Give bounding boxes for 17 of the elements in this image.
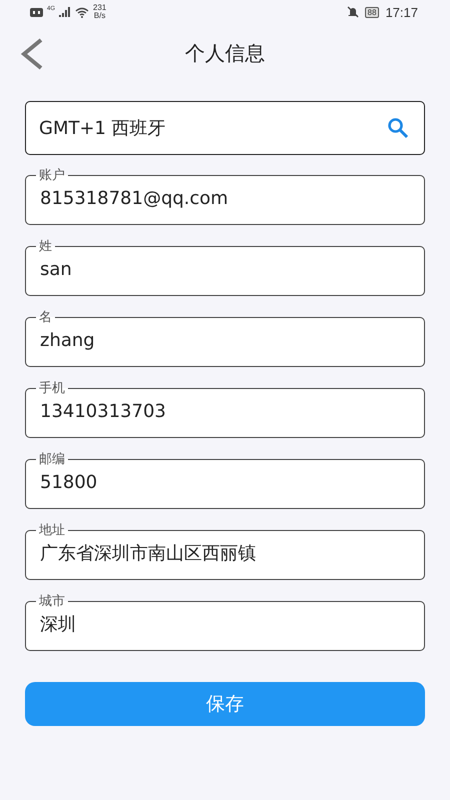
input-field[interactable]: 城市 深圳 [25,594,425,651]
battery-level: 88 [364,6,380,18]
status-time: 17:17 [385,4,418,20]
speed-unit: B/s [94,12,106,20]
input-field[interactable]: 姓 san [25,239,425,296]
input-field[interactable]: 手机 13410313703 [25,381,425,438]
network-speed: 231 [93,4,106,12]
input-field[interactable]: 名 zhang [25,310,425,367]
wifi-icon [75,6,90,18]
search-icon[interactable] [386,116,410,140]
input-field[interactable]: 账户 815318781@qq.com [25,168,425,225]
page-title: 个人信息 [185,40,265,66]
input-field[interactable]: 邮编 51800 [25,452,425,509]
input-field[interactable]: 地址 广东省深圳市南山区西丽镇 [25,523,425,580]
timezone-search-field[interactable]: GMT+1 西班牙 [25,101,425,155]
signal-icon [59,7,72,17]
bell-off-icon [346,6,359,18]
